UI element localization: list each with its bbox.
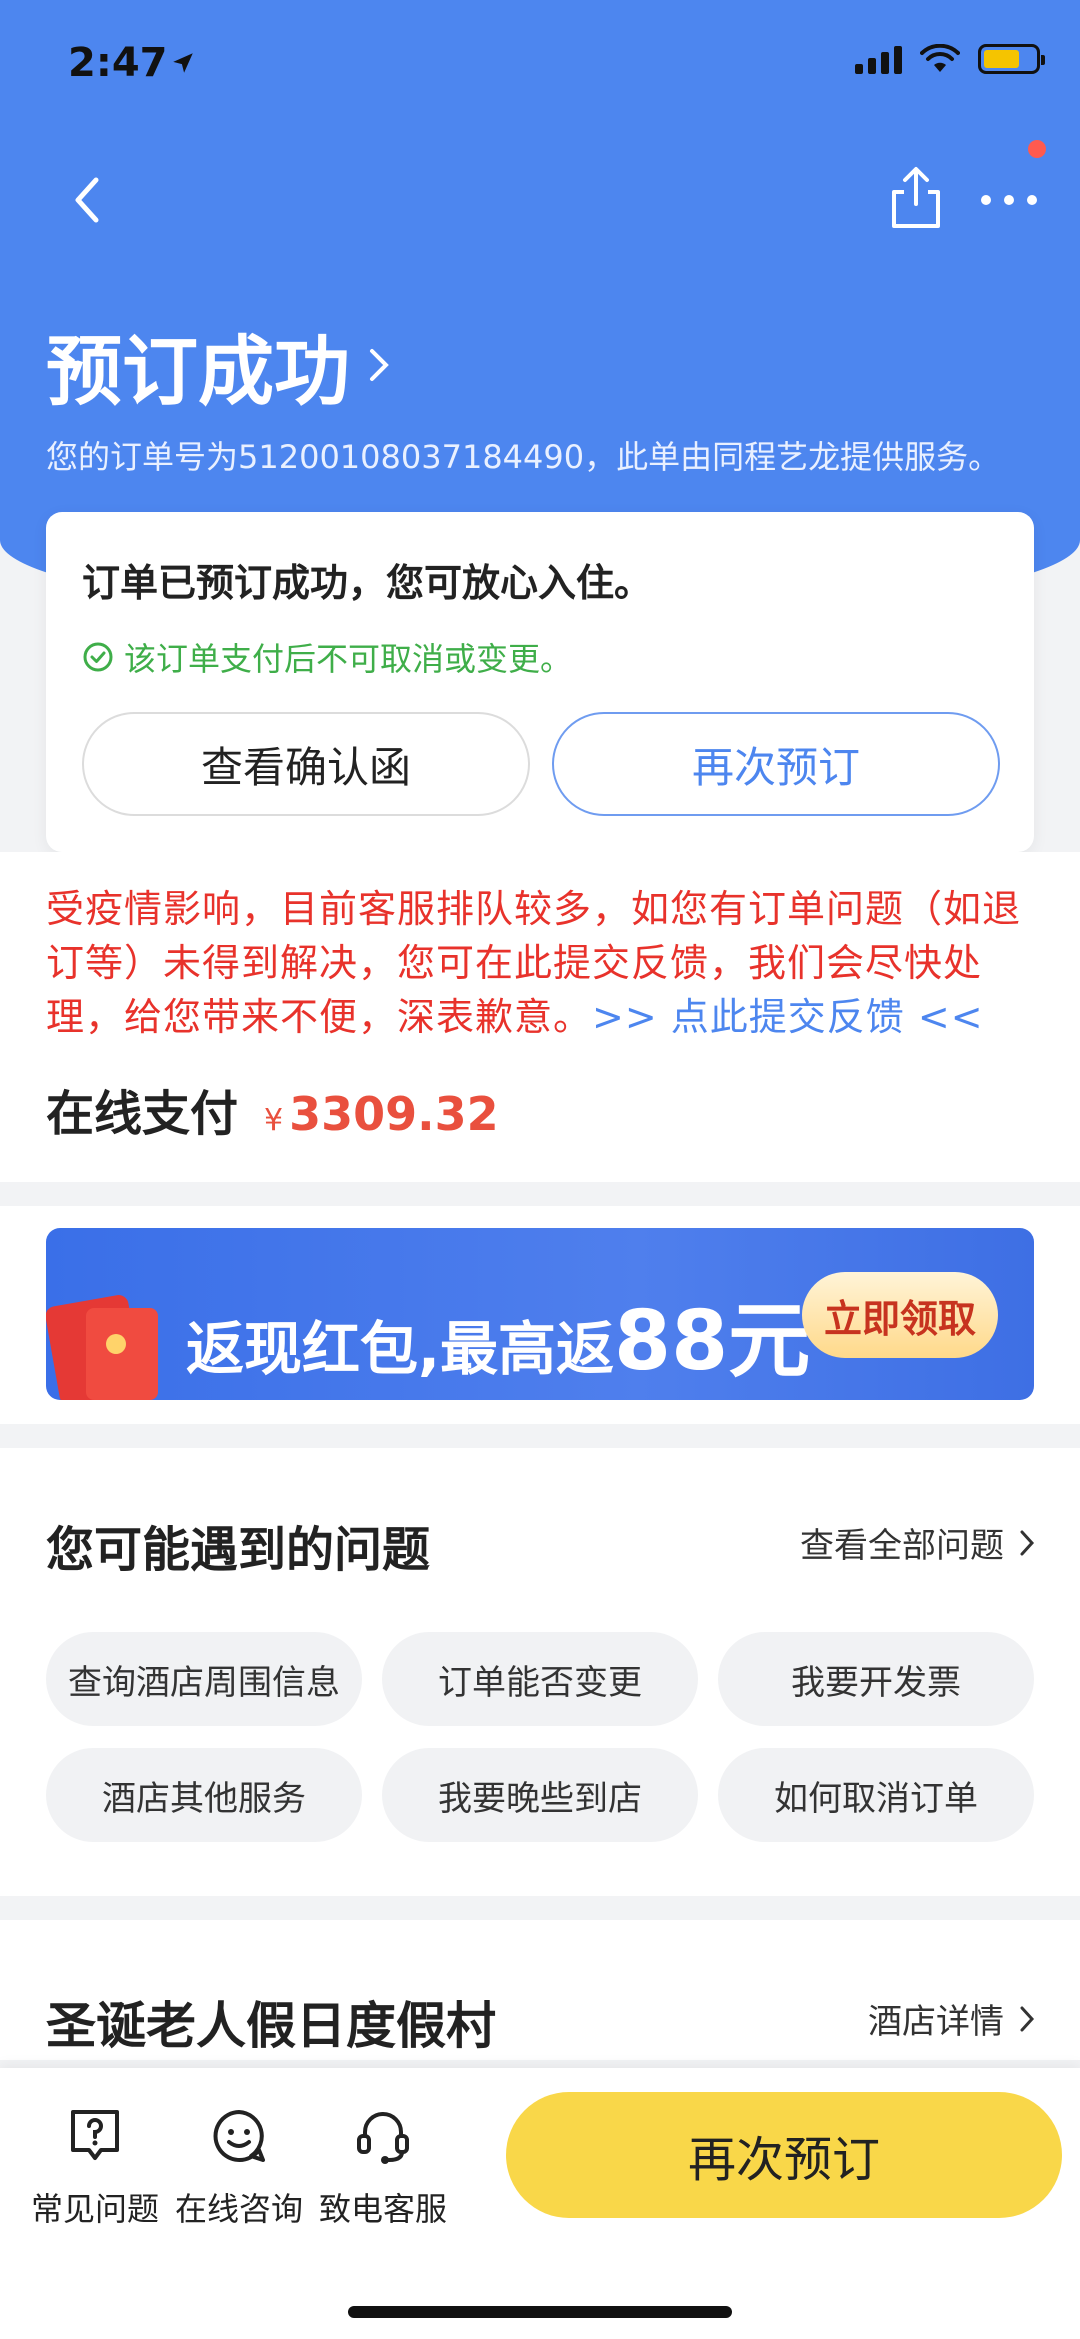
wifi-icon: [920, 44, 960, 72]
faq-chip[interactable]: 我要晚些到店: [382, 1748, 698, 1842]
faq-tool-label: 常见问题: [30, 2190, 159, 2228]
chevron-right-icon: [370, 349, 389, 381]
promo-section: 返现红包,最高返88元 立即领取: [0, 1206, 1080, 1424]
booking-status-card: 订单已预订成功，您可放心入住。 该订单支付后不可取消或变更。 查看确认函 再次预…: [46, 512, 1034, 852]
payment-row: 在线支付 ¥ 3309.32: [46, 1074, 499, 1144]
pandemic-notice: 受疫情影响，目前客服排队较多，如您有订单问题（如退订等）未得到解决，您可在此提交…: [46, 882, 1036, 1044]
banner-headline: 返现红包,最高返88元: [186, 1274, 810, 1393]
call-service-button[interactable]: 致电客服: [318, 2106, 448, 2230]
clock: 2:47: [68, 40, 168, 86]
chevron-right-icon: [1020, 2006, 1035, 2031]
currency-symbol: ¥: [264, 1103, 284, 1138]
check-circle-icon: [83, 642, 113, 672]
home-indicator[interactable]: [348, 2306, 732, 2318]
rebook-button[interactable]: 再次预订: [506, 2092, 1062, 2218]
view-all-questions-link[interactable]: 查看全部问题: [800, 1518, 1036, 1567]
page-title: 预订成功: [46, 327, 350, 416]
status-card-note-text: 该订单支付后不可取消或变更。: [124, 640, 573, 678]
system-indicators: [855, 44, 1045, 74]
order-number-text: 您的订单号为51200108037184490，此单由同程艺龙提供服务。: [46, 438, 1001, 476]
status-card-note: 该订单支付后不可取消或变更。: [82, 634, 572, 680]
share-icon[interactable]: [886, 164, 946, 234]
location-arrow-icon: [173, 53, 193, 73]
headset-icon: [357, 2112, 409, 2164]
hotel-name: 圣诞老人假日度假村: [46, 1997, 496, 2055]
page-title-row[interactable]: 预订成功: [46, 310, 394, 420]
back-arrow-icon[interactable]: [60, 170, 120, 230]
red-envelope-icon: [46, 1295, 158, 1400]
view-all-label: 查看全部问题: [800, 1526, 1004, 1566]
banner-text-prefix: 返现红包,最高返: [186, 1315, 615, 1383]
payment-label: 在线支付: [46, 1086, 239, 1142]
faq-title: 您可能遇到的问题: [46, 1522, 431, 1578]
notice-section: 受疫情影响，目前客服排队较多，如您有订单问题（如退订等）未得到解决，您可在此提交…: [0, 852, 1080, 1182]
hotel-details-label: 酒店详情: [868, 2002, 1004, 2042]
faq-chip[interactable]: 查询酒店周围信息: [46, 1632, 362, 1726]
view-confirmation-button[interactable]: 查看确认函: [82, 712, 530, 816]
faq-chip[interactable]: 我要开发票: [718, 1632, 1034, 1726]
more-icon[interactable]: [974, 170, 1044, 230]
faq-section: 您可能遇到的问题 查看全部问题 查询酒店周围信息 订单能否变更 我要开发票 酒店…: [0, 1448, 1080, 1896]
question-bubble-icon: [71, 2110, 119, 2160]
signal-icon: [855, 44, 902, 74]
chevron-right-icon: [1020, 1530, 1035, 1555]
submit-feedback-link[interactable]: >> 点此提交反馈 <<: [592, 995, 984, 1039]
faq-tool-button[interactable]: 常见问题: [30, 2106, 160, 2230]
online-consult-button[interactable]: 在线咨询: [174, 2106, 304, 2230]
rebook-outline-button[interactable]: 再次预订: [552, 712, 1000, 816]
hotel-section: 圣诞老人假日度假村 酒店详情: [0, 1920, 1080, 2060]
notification-dot: [1028, 140, 1046, 158]
battery-icon: [978, 44, 1045, 74]
faq-chip-grid: 查询酒店周围信息 订单能否变更 我要开发票 酒店其他服务 我要晚些到店 如何取消…: [46, 1632, 1036, 1842]
online-consult-label: 在线咨询: [174, 2190, 303, 2228]
banner-text-amount: 88元: [614, 1294, 811, 1389]
cashback-banner[interactable]: 返现红包,最高返88元 立即领取: [46, 1228, 1034, 1400]
top-nav: [0, 150, 1080, 250]
faq-chip[interactable]: 如何取消订单: [718, 1748, 1034, 1842]
status-bar: 2:47: [0, 0, 1080, 130]
faq-chip[interactable]: 订单能否变更: [382, 1632, 698, 1726]
call-service-label: 致电客服: [318, 2190, 447, 2228]
claim-now-button[interactable]: 立即领取: [802, 1272, 998, 1358]
payment-amount: 3309.32: [289, 1087, 499, 1141]
hotel-details-link[interactable]: 酒店详情: [868, 1994, 1036, 2043]
chat-smile-icon: [213, 2110, 265, 2162]
status-card-title: 订单已预订成功，您可放心入住。: [82, 561, 653, 605]
bottom-action-bar: 常见问题 在线咨询 致电客服 再次预订: [0, 2068, 1080, 2339]
faq-chip[interactable]: 酒店其他服务: [46, 1748, 362, 1842]
